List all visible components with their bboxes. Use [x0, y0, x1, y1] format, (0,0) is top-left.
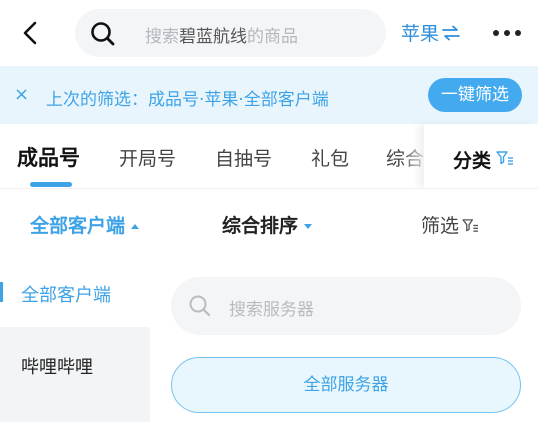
search-icon	[89, 20, 117, 48]
client-item-all[interactable]: 全部客户端	[0, 255, 150, 327]
more-icon[interactable]	[493, 30, 523, 38]
filter-icon	[496, 150, 514, 170]
client-item-label: 哔哩哔哩	[21, 357, 93, 378]
filter-icon	[462, 216, 479, 238]
tab-finished-account[interactable]: 成品号	[17, 142, 80, 172]
client-dropdown[interactable]: 全部客户端	[30, 211, 140, 238]
tab-starter-account[interactable]: 开局号	[119, 144, 176, 171]
tab-self-draw-account[interactable]: 自抽号	[215, 144, 272, 171]
server-panel: 搜索服务器 全部服务器	[150, 255, 538, 422]
all-servers-button[interactable]: 全部服务器	[171, 357, 521, 413]
page: 搜索碧蓝航线的商品 苹果 × 上次的筛选：成品号·苹果·全部客户端 一键筛选 成…	[0, 0, 538, 422]
apply-filter-button[interactable]: 一键筛选	[428, 78, 522, 112]
last-filter-text: 上次的筛选：成品号·苹果·全部客户端	[46, 90, 329, 110]
category-label: 分类	[453, 150, 492, 172]
selected-indicator	[0, 282, 3, 302]
caret-up-icon	[131, 224, 140, 229]
top-bar: 搜索碧蓝航线的商品 苹果	[0, 0, 538, 66]
platform-switch[interactable]: 苹果	[401, 19, 461, 46]
platform-label: 苹果	[401, 23, 440, 45]
swap-icon	[441, 24, 461, 46]
search-input[interactable]: 搜索碧蓝航线的商品	[75, 9, 386, 57]
close-icon[interactable]: ×	[14, 84, 29, 105]
sort-bar: 全部客户端 综合排序 筛选	[0, 189, 538, 255]
server-search-input[interactable]: 搜索服务器	[171, 277, 521, 335]
search-keyword: 碧蓝航线	[179, 27, 247, 47]
filter-button[interactable]: 筛选	[421, 211, 479, 238]
search-placeholder: 搜索碧蓝航线的商品	[145, 27, 298, 47]
active-tab-indicator	[30, 182, 72, 187]
category-button[interactable]: 分类	[424, 124, 538, 188]
client-item-label: 全部客户端	[21, 285, 111, 306]
client-list: 全部客户端 哔哩哔哩	[0, 255, 150, 422]
search-icon	[188, 294, 212, 322]
category-tabs: 成品号 开局号 自抽号 礼包 综合 分类	[0, 124, 538, 188]
server-search-placeholder: 搜索服务器	[229, 300, 314, 320]
client-item-bilibili[interactable]: 哔哩哔哩	[0, 327, 150, 422]
caret-down-icon	[304, 224, 313, 229]
sort-order-dropdown[interactable]: 综合排序	[222, 211, 313, 238]
back-arrow-icon[interactable]	[18, 20, 44, 46]
tab-gift-pack[interactable]: 礼包	[311, 144, 349, 171]
last-filter-banner: × 上次的筛选：成品号·苹果·全部客户端 一键筛选	[0, 66, 538, 124]
